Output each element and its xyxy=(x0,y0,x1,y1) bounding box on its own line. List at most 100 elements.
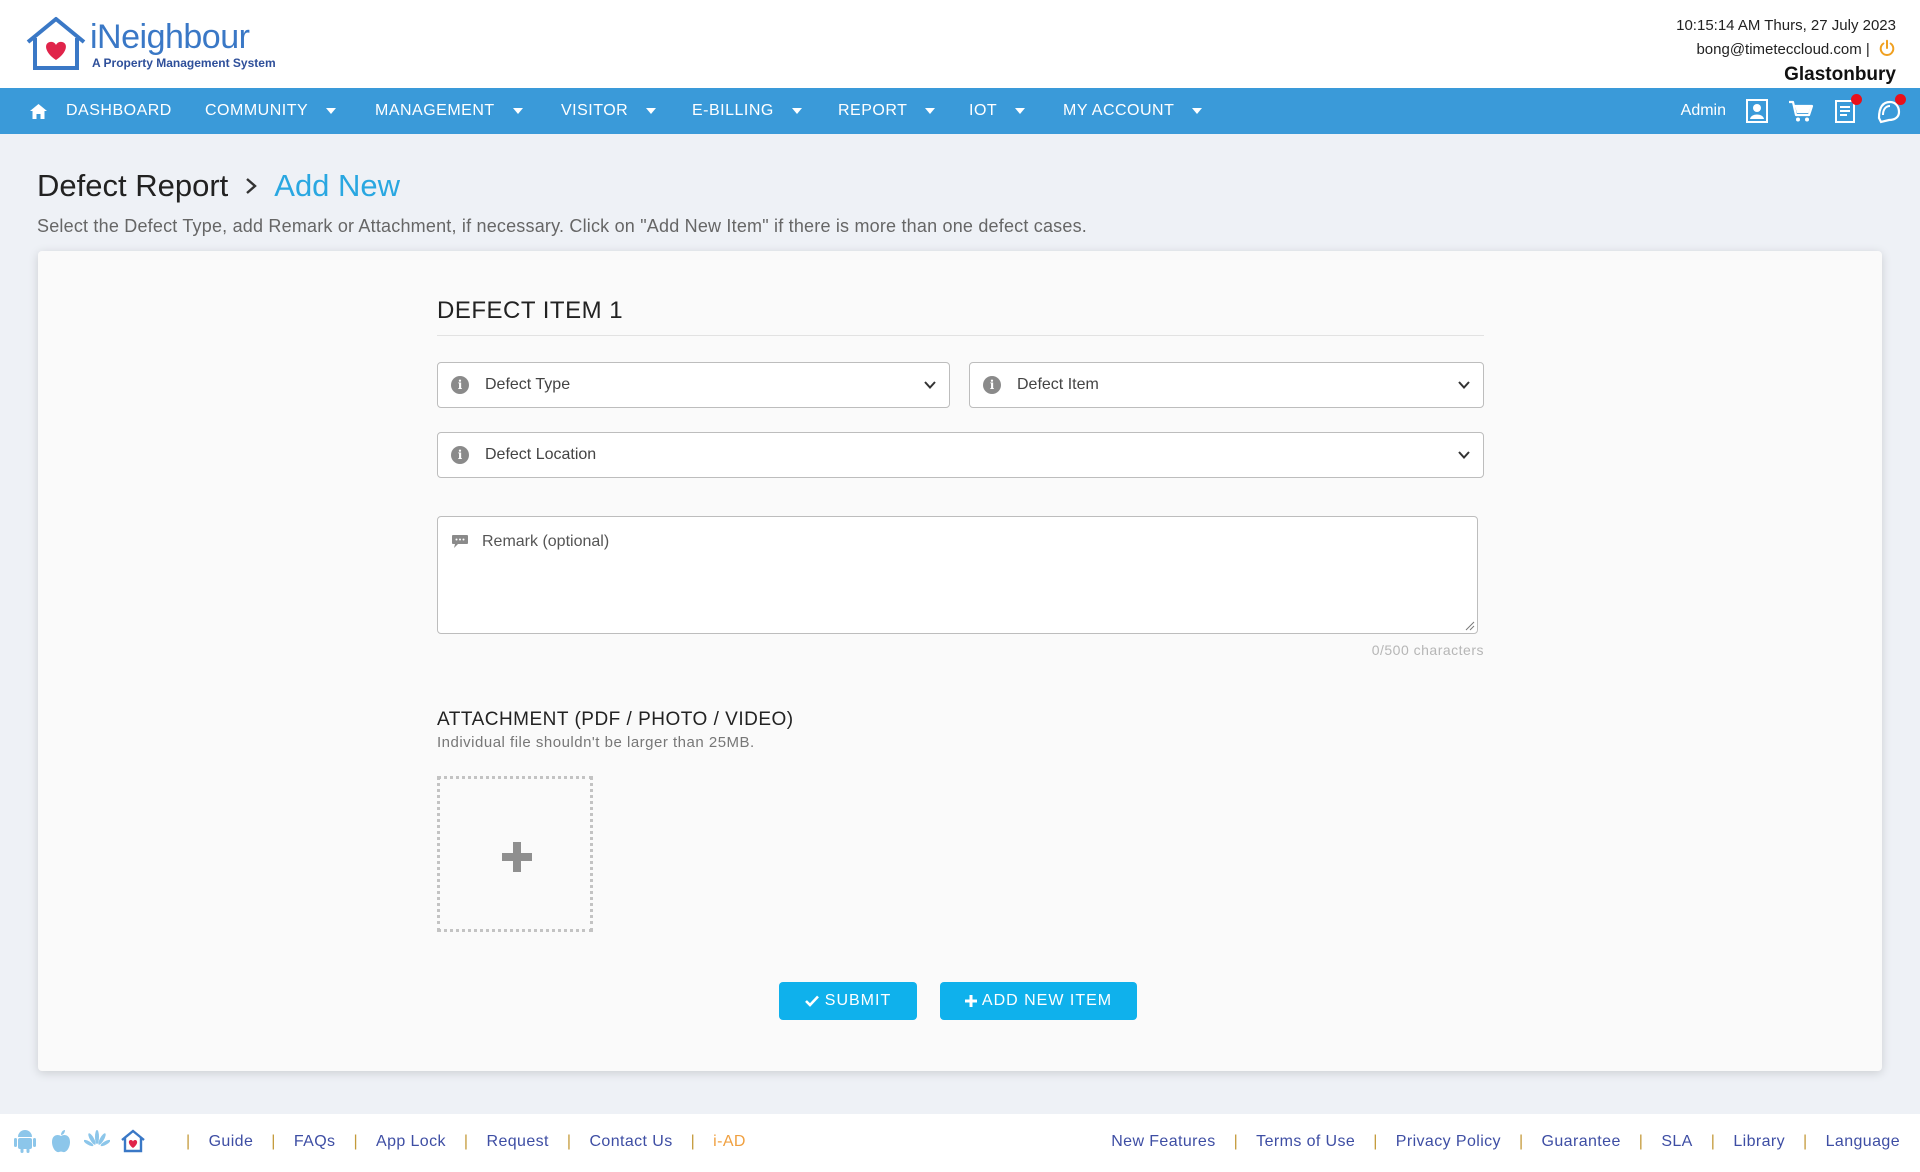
defect-type-select[interactable]: i Defect Type xyxy=(437,362,950,408)
comment-icon xyxy=(452,535,468,548)
brand-tagline: A Property Management System xyxy=(92,56,276,70)
notification-icon[interactable] xyxy=(1876,94,1906,124)
chevron-right-icon xyxy=(246,178,258,194)
remark-textarea[interactable]: Remark (optional) xyxy=(437,516,1478,634)
select-label: Defect Item xyxy=(1017,376,1099,393)
plus-icon-vertical xyxy=(513,842,521,872)
separator: | xyxy=(463,1133,469,1150)
nav-my-account[interactable]: MY ACCOUNT xyxy=(1063,88,1203,134)
datetime: 10:15:14 AM Thurs, 27 July 2023 xyxy=(1676,17,1896,34)
brand-logo[interactable]: iNeighbour A Property Management System xyxy=(24,16,284,72)
submit-button[interactable]: SUBMIT xyxy=(779,982,917,1020)
info-icon: i xyxy=(451,446,469,464)
footer-link-language[interactable]: Language xyxy=(1826,1133,1900,1151)
caret-down-icon xyxy=(512,108,523,114)
nav-label: MANAGEMENT xyxy=(375,102,495,119)
page-instructions: Select the Defect Type, add Remark or At… xyxy=(37,216,1087,236)
brand-name: iNeighbour xyxy=(90,18,250,56)
cart-icon[interactable] xyxy=(1788,98,1814,124)
nav-right-tools: Admin xyxy=(1681,88,1906,134)
footer-link-sla[interactable]: SLA xyxy=(1661,1133,1692,1151)
footer-link-request[interactable]: Request xyxy=(486,1133,548,1151)
footer-link-faqs[interactable]: FAQs xyxy=(294,1133,336,1151)
caret-down-icon xyxy=(646,108,657,114)
nav-ebilling[interactable]: E-BILLING xyxy=(692,88,802,134)
caret-down-icon xyxy=(791,108,802,114)
footer-right-links: New Features | Terms of Use | Privacy Po… xyxy=(1111,1133,1900,1151)
caret-down-icon xyxy=(1192,108,1203,114)
footer-link-terms-of-use[interactable]: Terms of Use xyxy=(1256,1133,1355,1151)
chevron-down-icon xyxy=(924,381,936,389)
user-email: bong@timeteccloud.com | xyxy=(1696,41,1870,58)
home-icon xyxy=(30,103,47,119)
nav-visitor[interactable]: VISITOR xyxy=(561,88,657,134)
nav-dashboard[interactable]: DASHBOARD xyxy=(30,88,172,134)
header-info: 10:15:14 AM Thurs, 27 July 2023 bong@tim… xyxy=(1676,14,1896,86)
footer-link-new-features[interactable]: New Features xyxy=(1111,1133,1215,1151)
select-label: Defect Location xyxy=(485,446,597,463)
ineighbour-app-icon[interactable] xyxy=(120,1128,146,1154)
defect-location-select[interactable]: i Defect Location xyxy=(437,432,1484,478)
footer-left-links: | Guide | FAQs | App Lock | Request | Co… xyxy=(168,1133,746,1151)
separator: | xyxy=(1638,1133,1644,1150)
footer: | Guide | FAQs | App Lock | Request | Co… xyxy=(0,1114,1920,1172)
footer-link-guide[interactable]: Guide xyxy=(209,1133,254,1151)
nav-label: REPORT xyxy=(838,102,908,119)
android-icon[interactable] xyxy=(12,1128,38,1154)
nav-label: DASHBOARD xyxy=(66,102,172,119)
top-header: iNeighbour A Property Management System … xyxy=(0,0,1920,88)
apple-icon[interactable] xyxy=(48,1128,74,1154)
separator: | xyxy=(186,1133,191,1150)
breadcrumb-root[interactable]: Defect Report xyxy=(37,168,228,204)
chevron-down-icon xyxy=(1458,451,1470,459)
separator: | xyxy=(1710,1133,1716,1150)
huawei-icon[interactable] xyxy=(83,1128,111,1154)
footer-link-guarantee[interactable]: Guarantee xyxy=(1542,1133,1621,1151)
separator: | xyxy=(1373,1133,1378,1150)
resize-handle-icon[interactable] xyxy=(1463,619,1475,631)
separator: | xyxy=(566,1133,572,1150)
plus-icon xyxy=(964,995,977,1007)
info-icon: i xyxy=(451,376,469,394)
user-email-row: bong@timeteccloud.com | xyxy=(1676,38,1896,62)
nav-iot[interactable]: IOT xyxy=(969,88,1026,134)
attachment-upload-box[interactable] xyxy=(437,776,593,932)
nav-label: MY ACCOUNT xyxy=(1063,102,1175,119)
caret-down-icon xyxy=(326,108,337,114)
footer-link-library[interactable]: Library xyxy=(1733,1133,1785,1151)
add-new-item-button[interactable]: ADD NEW ITEM xyxy=(940,982,1137,1020)
notification-badge xyxy=(1895,94,1906,105)
separator: | xyxy=(271,1133,276,1150)
nav-management[interactable]: MANAGEMENT xyxy=(375,88,523,134)
char-counter: 0/500 characters xyxy=(1371,642,1484,658)
add-item-label: ADD NEW ITEM xyxy=(981,992,1113,1009)
footer-link-contact-us[interactable]: Contact Us xyxy=(589,1133,672,1151)
attachment-title: ATTACHMENT (PDF / PHOTO / VIDEO) xyxy=(437,709,794,730)
profile-icon[interactable] xyxy=(1744,98,1770,124)
nav-report[interactable]: REPORT xyxy=(838,88,936,134)
defect-item-title: DEFECT ITEM 1 xyxy=(437,297,624,324)
user-role[interactable]: Admin xyxy=(1681,102,1726,120)
nav-label: VISITOR xyxy=(561,102,629,119)
submit-label: SUBMIT xyxy=(824,992,892,1009)
nav-label: E-BILLING xyxy=(692,102,774,119)
divider xyxy=(437,335,1484,336)
info-icon: i xyxy=(983,376,1001,394)
footer-link-privacy-policy[interactable]: Privacy Policy xyxy=(1396,1133,1501,1151)
app-store-icons xyxy=(12,1128,146,1154)
footer-link-i-ad[interactable]: i-AD xyxy=(713,1133,746,1151)
notes-icon[interactable] xyxy=(1832,94,1862,124)
footer-link-app-lock[interactable]: App Lock xyxy=(376,1133,446,1151)
nav-community[interactable]: COMMUNITY xyxy=(205,88,337,134)
separator: | xyxy=(1803,1133,1808,1150)
defect-form-card: DEFECT ITEM 1 i Defect Type i Defect Ite… xyxy=(38,251,1882,1071)
defect-item-select[interactable]: i Defect Item xyxy=(969,362,1484,408)
main-nav: DASHBOARD COMMUNITY MANAGEMENT VISITOR E… xyxy=(0,88,1920,134)
check-icon xyxy=(804,995,819,1007)
caret-down-icon xyxy=(925,108,936,114)
breadcrumb: Defect Report Add New xyxy=(37,168,400,204)
house-heart-icon xyxy=(26,17,86,70)
nav-label: IOT xyxy=(969,102,998,119)
attachment-note: Individual file shouldn't be larger than… xyxy=(437,734,755,751)
power-icon[interactable] xyxy=(1878,39,1896,57)
